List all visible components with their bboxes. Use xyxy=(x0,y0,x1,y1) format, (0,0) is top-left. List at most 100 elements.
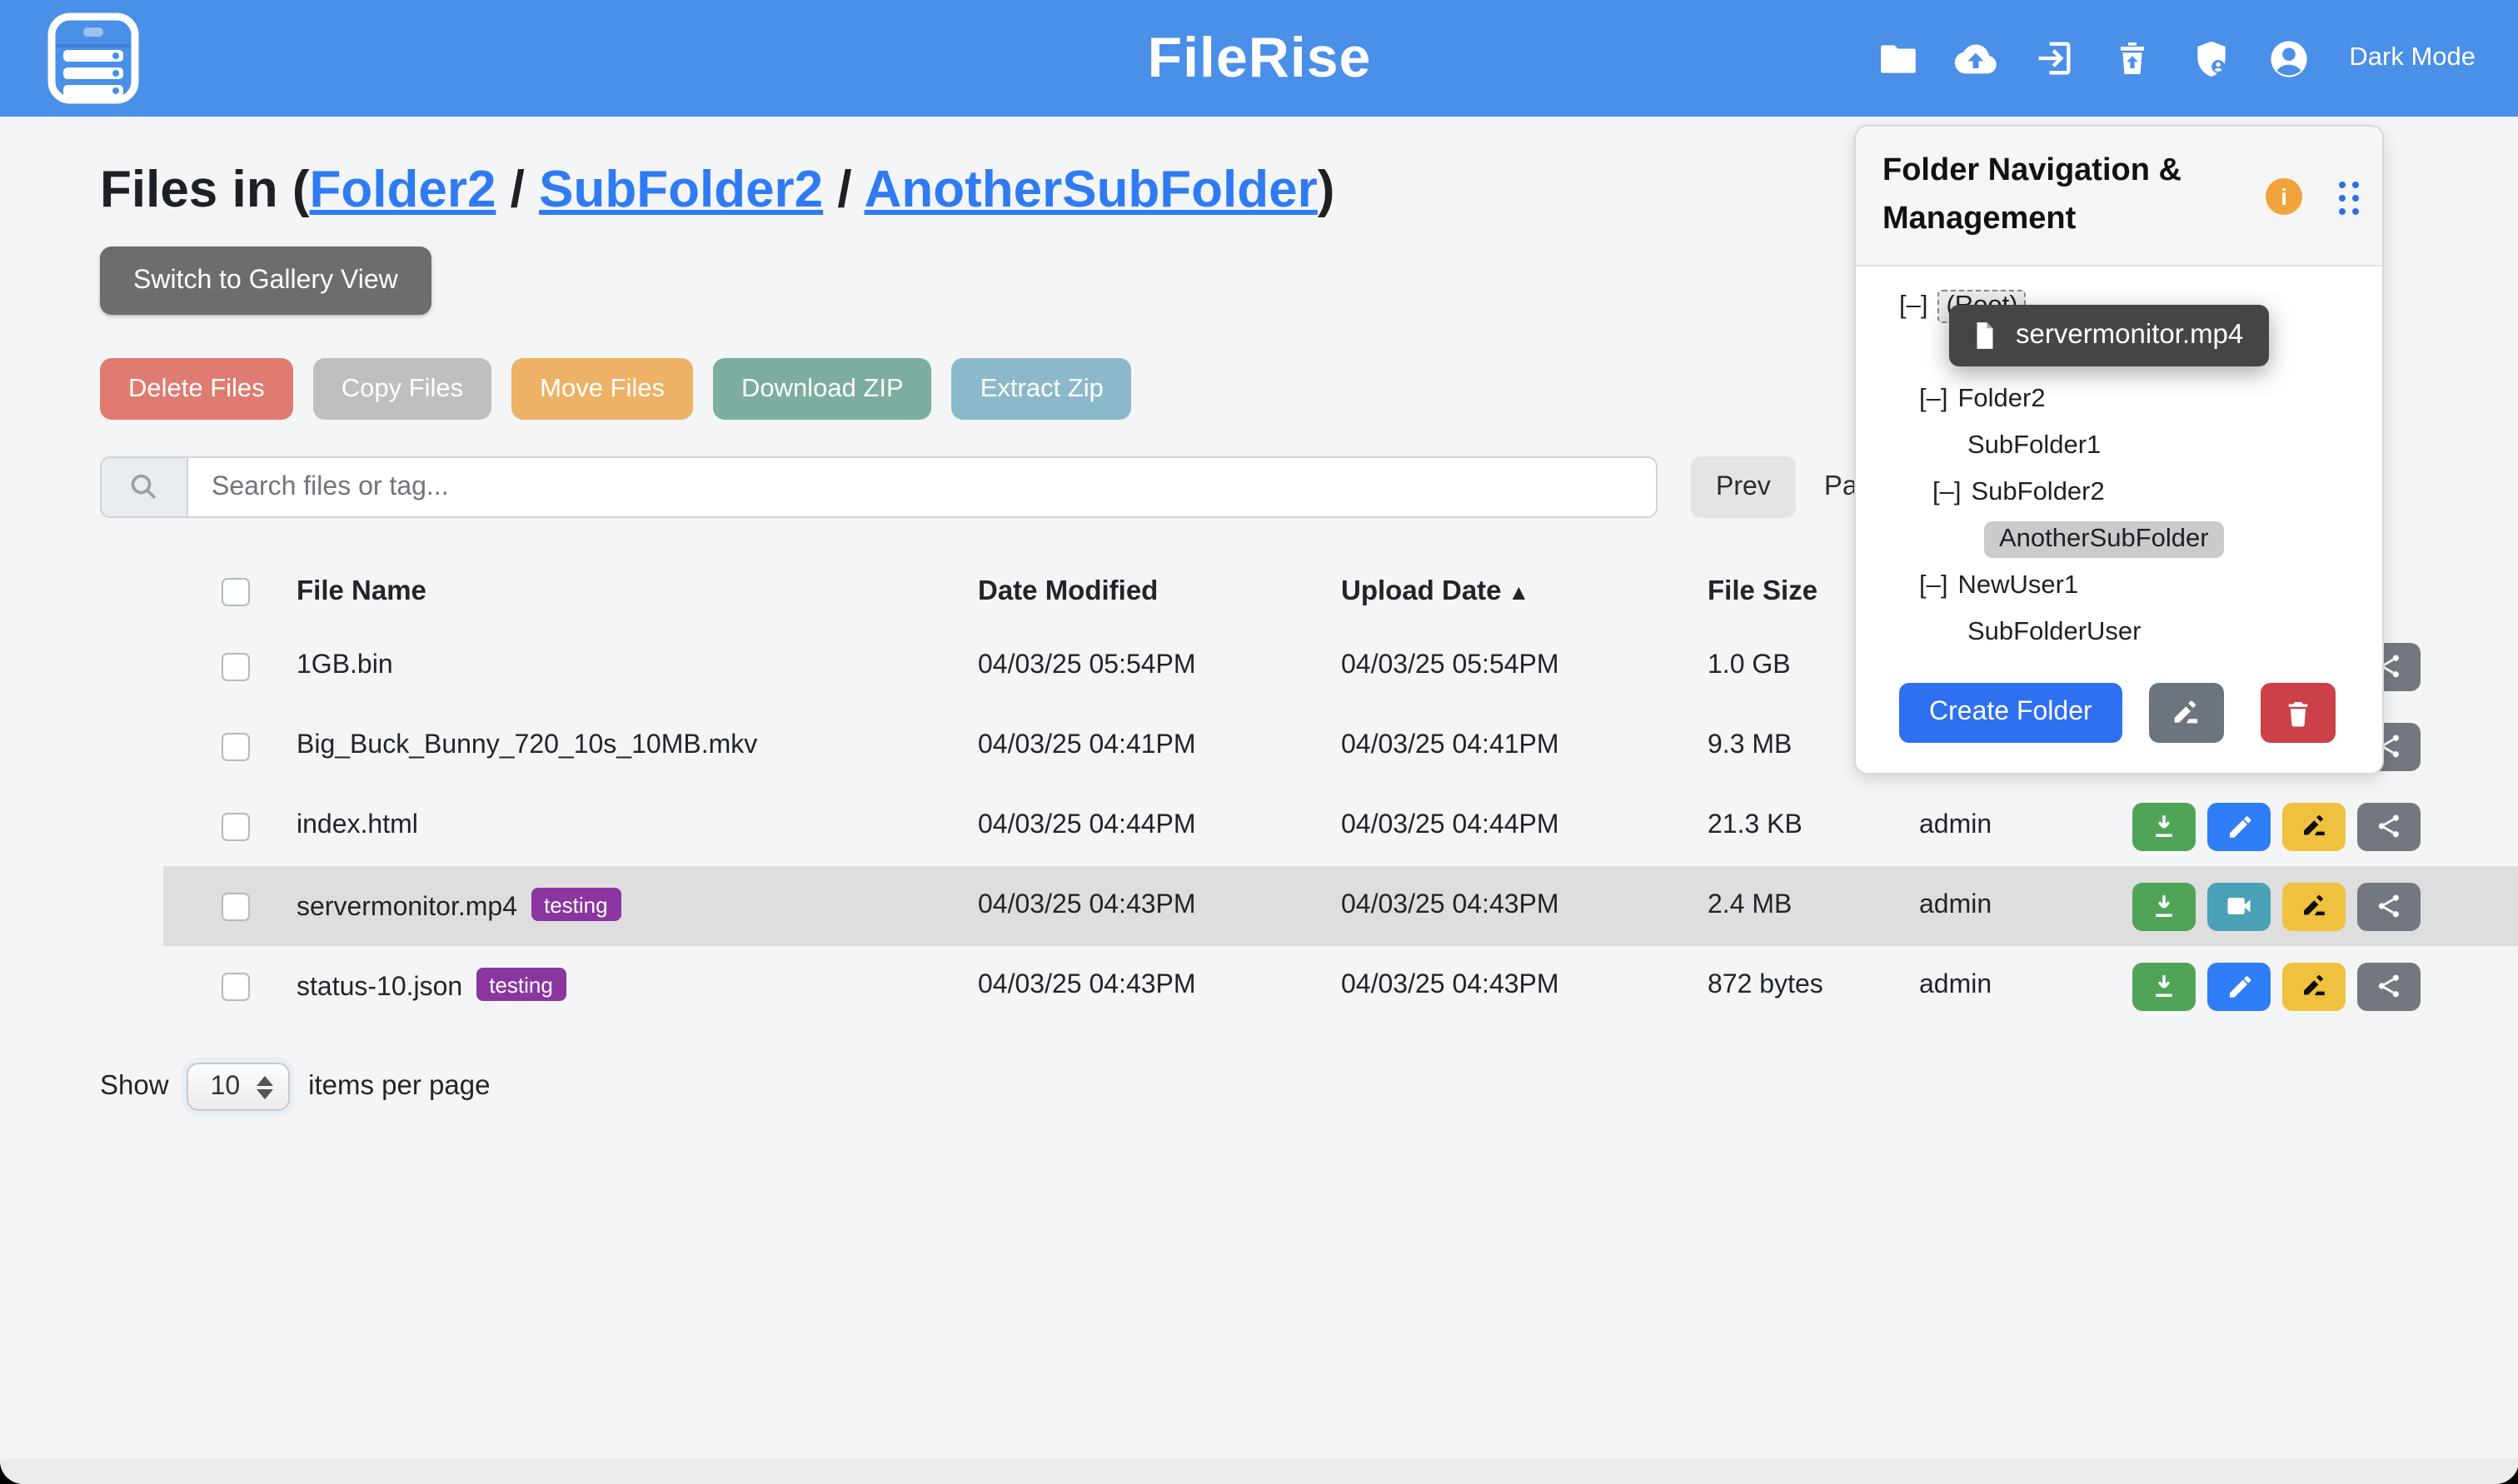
table-row: status-10.jsontesting 04/03/25 04:43PM 0… xyxy=(163,946,2518,1026)
items-per-page-row: Show 10 items per page xyxy=(100,1063,2518,1111)
account-circle-icon xyxy=(2267,36,2311,81)
logout-button[interactable] xyxy=(2032,37,2076,80)
share-button[interactable] xyxy=(2357,802,2421,850)
video-camera-icon xyxy=(2224,891,2254,921)
share-button[interactable] xyxy=(2357,882,2421,930)
folder-tree-item-subfolderuser[interactable]: SubFolderUser xyxy=(1856,610,2382,656)
account-button[interactable] xyxy=(2267,37,2311,80)
create-folder-button[interactable]: Create Folder xyxy=(1899,683,2122,743)
folder-tree-item-anothersubfolder-selected[interactable]: AnotherSubFolder xyxy=(1856,516,2382,563)
prev-page-button[interactable]: Prev xyxy=(1691,456,1796,518)
breadcrumb-link-anothersubfolder[interactable]: AnotherSubFolder xyxy=(865,160,1318,218)
collapse-toggle[interactable]: [–] xyxy=(1932,478,1961,508)
file-name[interactable]: status-10.jsontesting xyxy=(297,969,978,1004)
trash-restore-icon xyxy=(2112,38,2152,78)
date-modified: 04/03/25 04:43PM xyxy=(978,971,1341,1001)
rename-button[interactable] xyxy=(2282,962,2346,1010)
collapse-toggle[interactable]: [–] xyxy=(1919,385,1947,415)
col-header-date-modified[interactable]: Date Modified xyxy=(978,575,1341,607)
file-name[interactable]: 1GB.bin xyxy=(297,651,978,681)
date-modified: 04/03/25 04:43PM xyxy=(978,891,1341,921)
breadcrumb-link-folder2[interactable]: Folder2 xyxy=(310,160,496,218)
edit-button[interactable] xyxy=(2207,802,2271,850)
file-size: 872 bytes xyxy=(1708,971,1919,1001)
switch-gallery-view-button[interactable]: Switch to Gallery View xyxy=(100,247,431,315)
search-addon xyxy=(100,456,187,518)
folder-tree-item-subfolder2[interactable]: [–]SubFolder2 xyxy=(1856,470,2382,516)
file-name[interactable]: Big_Buck_Bunny_720_10s_10MB.mkv xyxy=(297,731,978,761)
items-per-page-label: items per page xyxy=(308,1071,490,1103)
download-button[interactable] xyxy=(2132,962,2196,1010)
download-button[interactable] xyxy=(2132,882,2196,930)
table-row-selected: servermonitor.mp4testing 04/03/25 04:43P… xyxy=(163,866,2518,946)
upload-date: 04/03/25 04:41PM xyxy=(1341,731,1708,761)
upload-date: 04/03/25 04:43PM xyxy=(1341,891,1708,921)
upload-button[interactable] xyxy=(1954,37,1997,80)
download-zip-button[interactable]: Download ZIP xyxy=(713,358,932,420)
col-header-upload-date[interactable]: Upload Date▲ xyxy=(1341,575,1708,607)
admin-button[interactable] xyxy=(2189,37,2232,80)
breadcrumb-link-subfolder2[interactable]: SubFolder2 xyxy=(539,160,823,218)
row-checkbox[interactable] xyxy=(222,732,250,760)
uploader: admin xyxy=(1919,811,2132,841)
copy-files-button[interactable]: Copy Files xyxy=(313,358,491,420)
drag-ghost-tooltip: servermonitor.mp4 xyxy=(1949,305,2268,366)
row-checkbox[interactable] xyxy=(222,652,250,680)
items-per-page-select[interactable]: 10 xyxy=(187,1063,291,1111)
row-checkbox[interactable] xyxy=(222,892,250,920)
folder-tree-item-newuser1[interactable]: [–]NewUser1 xyxy=(1856,563,2382,610)
delete-folder-button[interactable] xyxy=(2261,683,2336,743)
select-all-checkbox[interactable] xyxy=(222,577,250,605)
dark-mode-toggle[interactable]: Dark Mode xyxy=(2349,43,2476,73)
uploader: admin xyxy=(1919,971,2132,1001)
date-modified: 04/03/25 04:44PM xyxy=(978,811,1341,841)
file-size: 2.4 MB xyxy=(1708,891,1919,921)
drag-handle-icon[interactable] xyxy=(2339,182,2359,215)
breadcrumb-separator: / xyxy=(823,160,864,218)
top-bar: FileRise Dark Mode xyxy=(0,0,2518,117)
breadcrumb-separator: / xyxy=(496,160,539,218)
shield-user-icon xyxy=(2190,37,2231,79)
bottom-scrollbar-strip[interactable] xyxy=(0,1459,2518,1484)
rename-button[interactable] xyxy=(2282,802,2346,850)
show-label: Show xyxy=(100,1071,169,1103)
exit-icon xyxy=(2032,37,2076,80)
row-checkbox[interactable] xyxy=(222,812,250,840)
rename-icon xyxy=(2170,696,2203,730)
rename-button[interactable] xyxy=(2282,882,2346,930)
file-size: 21.3 KB xyxy=(1708,811,1919,841)
move-files-button[interactable]: Move Files xyxy=(511,358,693,420)
info-icon[interactable]: i xyxy=(2266,178,2302,215)
date-modified: 04/03/25 05:54PM xyxy=(978,651,1341,681)
upload-date: 04/03/25 04:43PM xyxy=(1341,971,1708,1001)
table-row: index.html 04/03/25 04:44PM 04/03/25 04:… xyxy=(163,786,2518,866)
collapse-toggle[interactable]: [–] xyxy=(1899,291,1927,321)
folder-tree-item-folder2[interactable]: [–]Folder2 xyxy=(1856,376,2382,423)
trash-icon xyxy=(2282,697,2314,729)
file-name[interactable]: servermonitor.mp4testing xyxy=(297,889,978,924)
folders-button[interactable] xyxy=(1876,37,1919,80)
trash-restore-button[interactable] xyxy=(2111,37,2154,80)
uploader: admin xyxy=(1919,891,2132,921)
breadcrumb-prefix: Files in ( xyxy=(100,160,310,218)
delete-files-button[interactable]: Delete Files xyxy=(100,358,293,420)
breadcrumb-suffix: ) xyxy=(1318,160,1335,218)
file-tag-badge: testing xyxy=(476,969,566,1002)
collapse-toggle[interactable]: [–] xyxy=(1919,571,1947,601)
sort-arrow-icon: ▲ xyxy=(1508,579,1530,604)
search-input[interactable] xyxy=(187,456,1658,518)
edit-button[interactable] xyxy=(2207,962,2271,1010)
play-video-button[interactable] xyxy=(2207,882,2271,930)
download-button[interactable] xyxy=(2132,802,2196,850)
extract-zip-button[interactable]: Extract Zip xyxy=(952,358,1132,420)
file-name[interactable]: index.html xyxy=(297,811,978,841)
col-header-file-name[interactable]: File Name xyxy=(297,575,978,607)
rename-folder-button[interactable] xyxy=(2149,683,2224,743)
file-tag-badge: testing xyxy=(531,889,621,922)
share-button[interactable] xyxy=(2357,962,2421,1010)
file-icon xyxy=(1969,320,2001,351)
folder-tree-item-subfolder1[interactable]: SubFolder1 xyxy=(1856,423,2382,470)
folder-icon xyxy=(1877,37,1918,79)
filerise-window: FileRise Dark Mode Files in (Fol xyxy=(0,0,2518,1484)
row-checkbox[interactable] xyxy=(222,972,250,1000)
